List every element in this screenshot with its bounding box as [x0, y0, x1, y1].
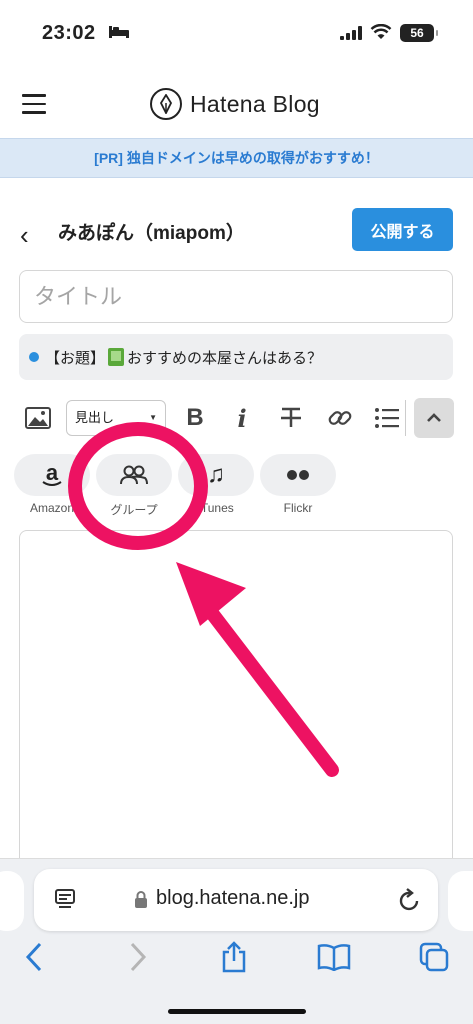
topic-dot-icon	[29, 352, 39, 362]
page-menu-icon[interactable]	[54, 889, 78, 916]
topic-text: おすすめの本屋さんはある？	[127, 349, 323, 367]
publish-button[interactable]: 公開する	[352, 208, 453, 251]
url-text: blog.hatena.ne.jp	[156, 887, 310, 909]
music-icon: ♫	[207, 461, 225, 488]
body-editor[interactable]	[19, 530, 453, 870]
app-header: Hatena Blog	[0, 70, 473, 138]
flickr-label: Flickr	[283, 501, 313, 515]
strikethrough-icon[interactable]	[276, 398, 306, 438]
editor-toolbar: 見出し ▼ B i	[0, 398, 473, 442]
battery-indicator: 56	[400, 24, 438, 42]
menu-icon[interactable]	[22, 94, 46, 114]
sleep-focus-icon	[108, 25, 130, 44]
amazon-smile-icon	[42, 481, 62, 486]
brand-name: Hatena Blog	[190, 90, 320, 117]
collapse-toolbar-button[interactable]	[414, 398, 454, 438]
list-icon[interactable]	[372, 398, 402, 438]
brand-logo[interactable]: Hatena Blog	[150, 88, 320, 120]
address-bar[interactable]: blog.hatena.ne.jp	[34, 869, 438, 931]
status-time: 23:02	[42, 22, 96, 44]
cellular-signal-icon	[340, 26, 362, 45]
lock-icon	[134, 891, 148, 914]
forward-icon[interactable]	[120, 939, 156, 975]
home-indicator	[168, 1009, 306, 1014]
toolbar-divider	[405, 400, 406, 436]
flickr-button[interactable]	[260, 454, 336, 496]
green-book-icon	[108, 348, 125, 366]
bookmarks-icon[interactable]	[316, 939, 352, 975]
share-icon[interactable]	[216, 939, 252, 975]
bold-icon[interactable]: B	[180, 398, 210, 438]
reload-icon[interactable]	[398, 887, 422, 918]
back-chevron-icon[interactable]: ‹	[20, 220, 29, 251]
blog-name: みあぽん（miapom）	[58, 223, 245, 244]
title-input[interactable]	[19, 270, 453, 323]
heading-select-value: 見出し	[75, 410, 115, 425]
chevron-up-icon	[427, 413, 441, 422]
wifi-icon	[370, 23, 392, 45]
tabs-icon[interactable]	[416, 939, 452, 975]
flickr-icon	[287, 470, 309, 480]
promo-banner[interactable]: [PR] 独自ドメインは早めの取得がおすすめ！	[0, 138, 473, 178]
previous-tab-preview[interactable]	[0, 871, 24, 931]
status-bar: 23:02 56	[0, 0, 473, 70]
topic-prefix: 【お題】	[45, 349, 106, 367]
topic-banner[interactable]: 【お題】 おすすめの本屋さんはある？	[19, 334, 453, 380]
highlight-circle	[68, 422, 208, 550]
back-icon[interactable]	[16, 939, 52, 975]
pen-nib-icon	[150, 88, 182, 120]
link-icon[interactable]	[324, 398, 356, 438]
italic-icon[interactable]: i	[228, 398, 256, 438]
browser-bottom-bar: blog.hatena.ne.jp	[0, 858, 473, 1024]
image-icon[interactable]	[22, 398, 54, 438]
next-tab-preview[interactable]	[448, 871, 473, 931]
